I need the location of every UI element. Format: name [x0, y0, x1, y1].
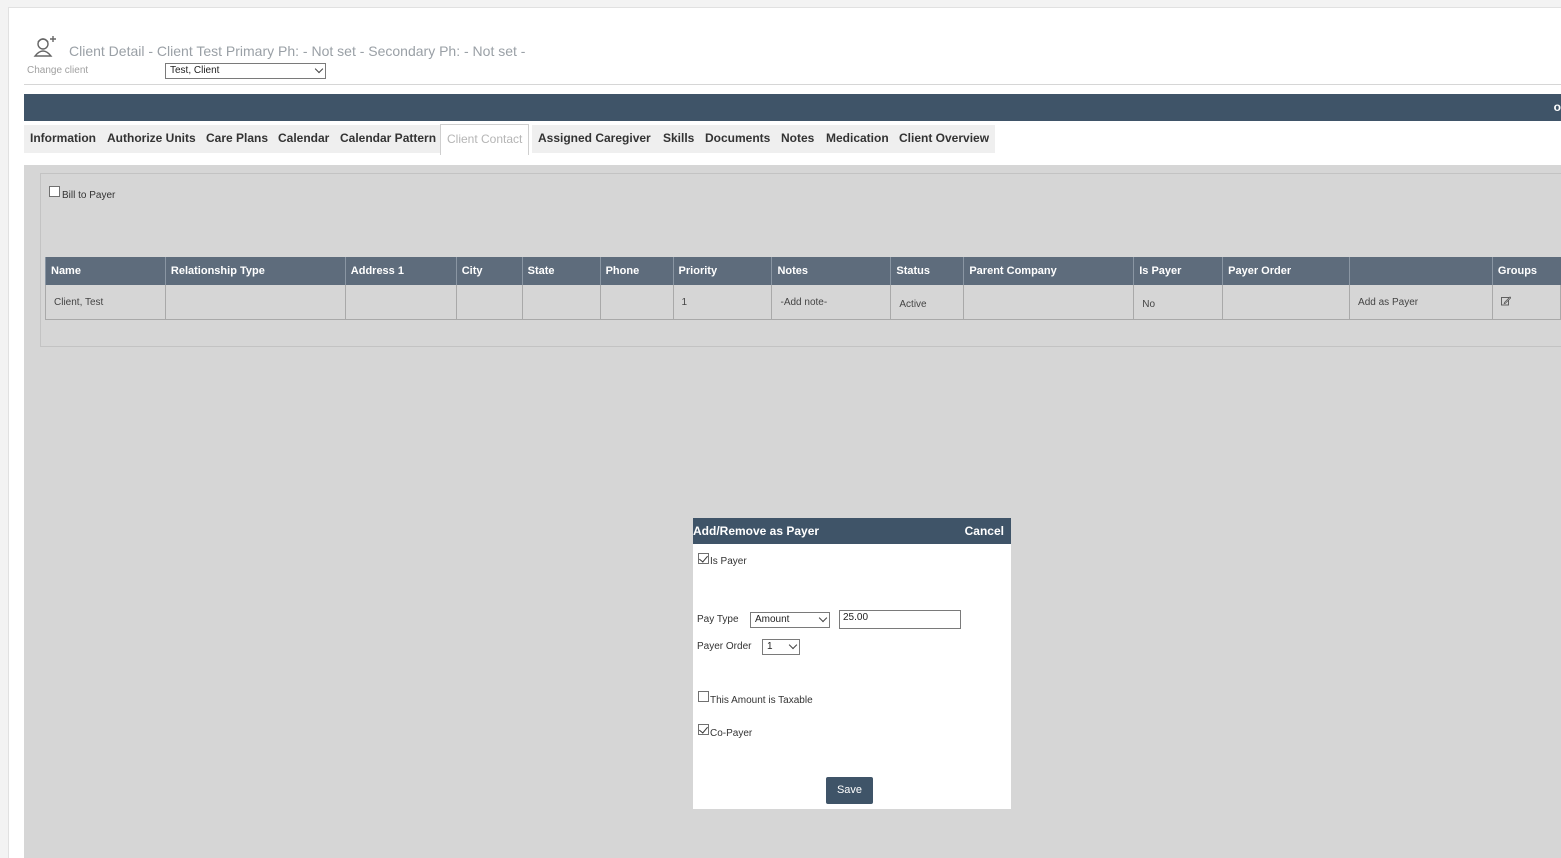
column-header[interactable]: Is Payer [1133, 257, 1223, 285]
top-navbar: o [24, 94, 1561, 121]
tab-documents[interactable]: Documents [699, 125, 777, 153]
column-header[interactable]: Parent Company [963, 257, 1134, 285]
table-header-row: Name Relationship Type Address 1 City St… [45, 257, 1561, 285]
tab-medication[interactable]: Medication [820, 125, 895, 153]
tab-bar: Information Authorize Units Care Plans C… [24, 121, 1561, 165]
tab-information[interactable]: Information [24, 125, 102, 153]
column-header[interactable]: Name [45, 257, 166, 285]
edit-icon[interactable] [1500, 295, 1511, 306]
cell-payer-order [1222, 285, 1351, 320]
column-header[interactable]: Notes [771, 257, 891, 285]
taxable-checkbox[interactable] [698, 691, 709, 702]
tab-client-contact[interactable]: Client Contact [440, 124, 530, 155]
tab-client-overview[interactable]: Client Overview [893, 125, 996, 153]
column-header[interactable]: Priority [672, 257, 772, 285]
change-client-label: Change client [27, 65, 89, 76]
bill-to-payer-label: Bill to Payer [62, 190, 116, 201]
header-divider [24, 84, 1561, 85]
cell-phone [599, 285, 674, 320]
page-title: Client Detail - Client Test Primary Ph: … [69, 43, 526, 59]
column-header[interactable]: Address 1 [344, 257, 457, 285]
tab-care-plans[interactable]: Care Plans [200, 125, 275, 153]
chevron-down-icon [314, 64, 324, 74]
chevron-down-icon [788, 640, 798, 650]
cell-relationship-type [164, 285, 346, 320]
add-as-payer-link[interactable]: Add as Payer [1349, 285, 1493, 320]
column-header[interactable]: City [455, 257, 523, 285]
client-select-value: Test, Client [170, 65, 220, 76]
cell-name: Client, Test [45, 285, 166, 320]
column-header[interactable]: Relationship Type [164, 257, 346, 285]
cell-priority: 1 [672, 285, 773, 320]
dialog-header: Add/Remove as Payer Cancel [693, 518, 1011, 544]
taxable-label: This Amount is Taxable [710, 695, 813, 706]
chevron-down-icon [818, 613, 828, 623]
save-button[interactable]: Save [826, 777, 873, 804]
add-remove-payer-dialog: Add/Remove as Payer Cancel Is Payer Pay … [693, 518, 1011, 809]
tab-skills[interactable]: Skills [657, 125, 701, 153]
navbar-trailing-text: o [1553, 100, 1561, 114]
is-payer-label: Is Payer [710, 556, 747, 567]
client-add-icon [33, 36, 56, 57]
co-payer-label: Co-Payer [710, 728, 753, 739]
payer-order-value: 1 [767, 641, 773, 652]
is-payer-checkbox[interactable] [698, 553, 709, 564]
column-header[interactable]: Phone [599, 257, 674, 285]
tab-calendar-pattern[interactable]: Calendar Pattern [334, 125, 443, 153]
window-left-border [0, 7, 9, 858]
tab-authorize-units[interactable]: Authorize Units [101, 125, 202, 153]
column-header[interactable]: Groups [1491, 257, 1561, 285]
column-header[interactable]: Status [890, 257, 964, 285]
column-header [1349, 257, 1493, 285]
contacts-table: Name Relationship Type Address 1 City St… [45, 257, 1561, 320]
table-row: Client, Test 1 -Add note- Active No Add … [45, 285, 1561, 320]
pay-amount-input[interactable]: 25.00 [839, 610, 961, 629]
co-payer-checkbox[interactable] [698, 724, 709, 735]
cell-parent-company [963, 285, 1135, 320]
cell-city [455, 285, 523, 320]
tab-notes[interactable]: Notes [775, 125, 821, 153]
cell-is-payer: No [1133, 285, 1224, 320]
pay-type-label: Pay Type [697, 614, 739, 625]
window-top-border [0, 0, 1561, 8]
cell-address1 [344, 285, 457, 320]
column-header[interactable]: Payer Order [1222, 257, 1350, 285]
tab-assigned-caregiver[interactable]: Assigned Caregiver [532, 125, 657, 153]
payer-order-label: Payer Order [697, 641, 752, 652]
pay-type-value: Amount [755, 614, 790, 625]
add-note-link[interactable]: -Add note- [771, 285, 892, 320]
client-select[interactable]: Test, Client [165, 63, 326, 79]
cancel-button[interactable]: Cancel [965, 524, 1004, 538]
dialog-title: Add/Remove as Payer [693, 524, 820, 538]
cell-groups [1491, 285, 1561, 320]
cell-status: Active [890, 285, 965, 320]
bill-to-payer-checkbox[interactable] [49, 186, 60, 197]
payer-order-select[interactable]: 1 [762, 639, 800, 655]
cell-state [521, 285, 601, 320]
tab-calendar[interactable]: Calendar [272, 125, 336, 153]
pay-type-select[interactable]: Amount [750, 612, 830, 628]
column-header[interactable]: State [521, 257, 601, 285]
